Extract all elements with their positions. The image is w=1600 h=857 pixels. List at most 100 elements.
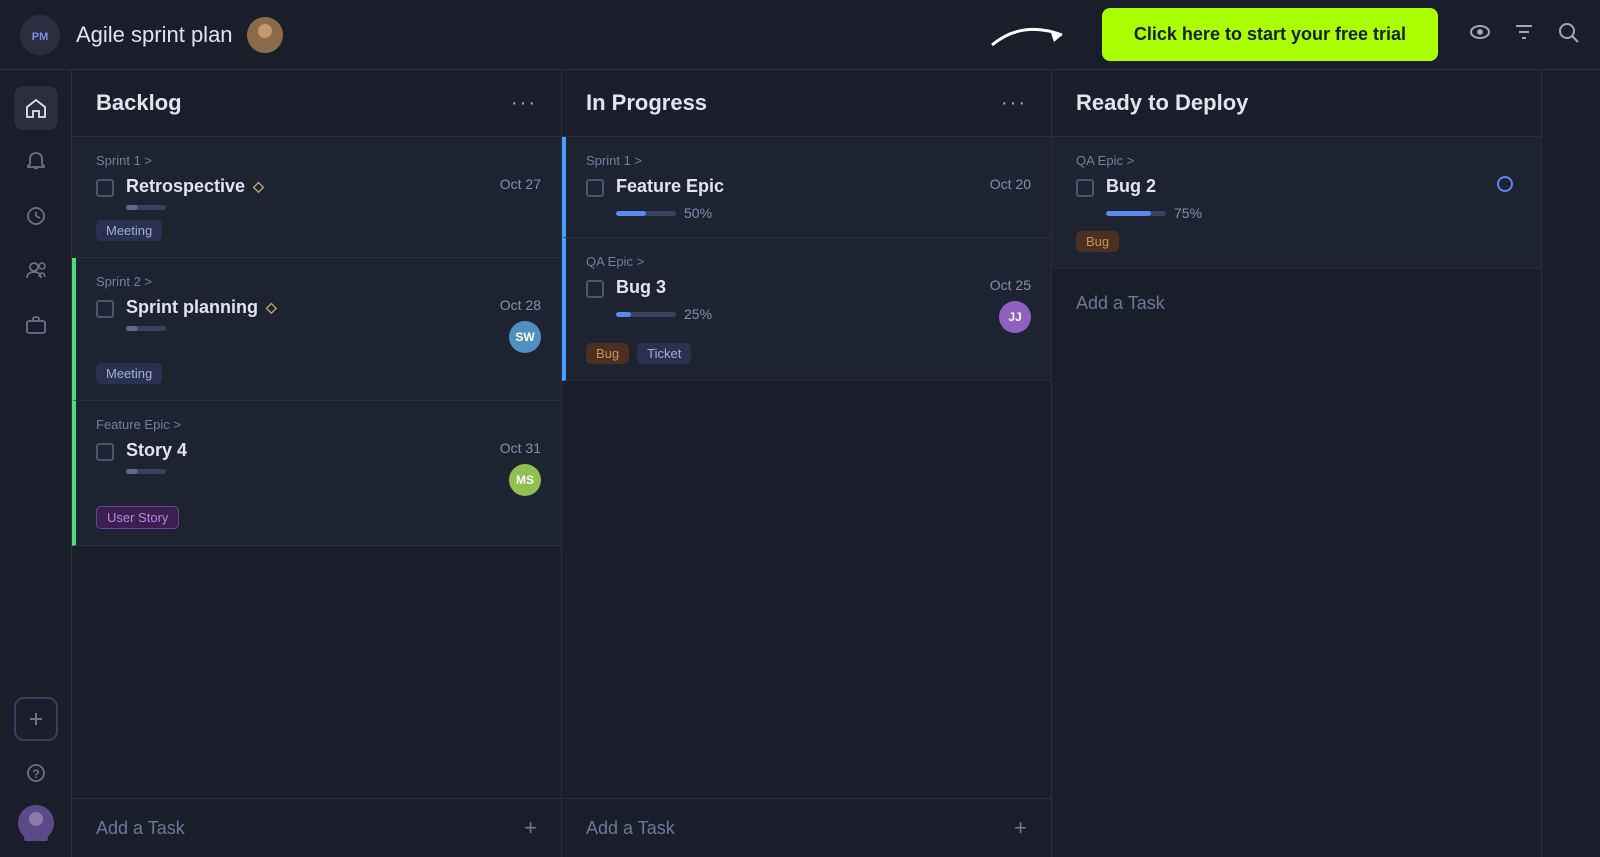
progress-bar-fill xyxy=(1106,211,1151,216)
progress-bar-bg xyxy=(126,326,166,331)
task-row: Retrospective ◇ Oct 27 xyxy=(96,176,541,210)
task-checkbox[interactable] xyxy=(96,443,114,461)
sidebar-item-notifications[interactable] xyxy=(14,140,58,184)
add-task-ready-inline[interactable]: Add a Task xyxy=(1052,269,1541,338)
progress-bar-fill xyxy=(616,312,631,317)
sidebar-item-home[interactable] xyxy=(14,86,58,130)
plus-icon: + xyxy=(524,815,537,841)
column-body-backlog: Sprint 1 > Retrospective ◇ xyxy=(72,137,561,798)
progress-bar-bg xyxy=(616,211,676,216)
task-date: Oct 25 xyxy=(990,277,1031,293)
task-title: Feature Epic xyxy=(616,176,978,197)
svg-text:?: ? xyxy=(32,767,39,781)
trial-button[interactable]: Click here to start your free trial xyxy=(1102,8,1438,61)
mini-progress xyxy=(126,205,488,210)
mini-progress xyxy=(126,326,488,331)
task-avatar-jj: JJ xyxy=(999,301,1031,333)
task-date: Oct 20 xyxy=(990,176,1031,192)
progress-bar-fill xyxy=(126,326,138,331)
column-title-backlog: Backlog xyxy=(96,90,182,116)
column-title-ready: Ready to Deploy xyxy=(1076,90,1248,116)
tag-meeting[interactable]: Meeting xyxy=(96,220,162,241)
add-task-in-progress[interactable]: Add a Task + xyxy=(562,798,1051,857)
task-checkbox[interactable] xyxy=(586,179,604,197)
mini-progress xyxy=(126,469,488,474)
task-checkbox[interactable] xyxy=(96,300,114,318)
task-title: Story 4 xyxy=(126,440,488,461)
task-avatar-ms: MS xyxy=(509,464,541,496)
sidebar-item-help[interactable]: ? xyxy=(14,751,58,795)
progress-bar-fill xyxy=(616,211,646,216)
filter-icon[interactable] xyxy=(1512,20,1536,50)
task-card-bug2: QA Epic > Bug 2 75% xyxy=(1052,137,1541,269)
add-task-backlog[interactable]: Add a Task + xyxy=(72,798,561,857)
topbar: PM Agile sprint plan Click here to start… xyxy=(0,0,1600,70)
tag-meeting[interactable]: Meeting xyxy=(96,363,162,384)
progress-text: 75% xyxy=(1174,205,1202,221)
progress-bar-bg xyxy=(126,205,166,210)
task-progress-row: 50% xyxy=(616,205,978,221)
task-card-bug3: QA Epic > Bug 3 25% xyxy=(562,238,1051,381)
plus-icon: + xyxy=(1014,815,1027,841)
tag-bug[interactable]: Bug xyxy=(1076,231,1119,252)
task-row: Sprint planning ◇ Oct 28 SW xyxy=(96,297,541,353)
tag-bug[interactable]: Bug xyxy=(586,343,629,364)
topbar-icons xyxy=(1468,20,1580,50)
pm-logo[interactable]: PM xyxy=(20,15,60,55)
tag-user-story[interactable]: User Story xyxy=(96,506,179,529)
task-checkbox[interactable] xyxy=(586,280,604,298)
task-tags: Meeting xyxy=(96,363,541,384)
arrow-decoration xyxy=(982,10,1082,60)
task-tags: User Story xyxy=(96,506,541,529)
task-title: Bug 2 xyxy=(1106,176,1485,197)
task-card-story4: Feature Epic > Story 4 xyxy=(72,401,561,546)
task-tags: Meeting xyxy=(96,220,541,241)
progress-text: 50% xyxy=(684,205,712,221)
status-dot xyxy=(1497,176,1513,192)
column-header-in-progress: In Progress ··· xyxy=(562,70,1051,137)
task-info: Feature Epic 50% xyxy=(616,176,978,221)
svg-text:PM: PM xyxy=(32,31,49,43)
task-date: Oct 28 xyxy=(500,297,541,313)
sidebar-item-clock[interactable] xyxy=(14,194,58,238)
page-title: Agile sprint plan xyxy=(76,22,233,48)
eye-icon[interactable] xyxy=(1468,20,1492,50)
task-title: Bug 3 xyxy=(616,277,978,298)
progress-bar-fill xyxy=(126,205,138,210)
sidebar: ? xyxy=(0,70,72,857)
tag-ticket[interactable]: Ticket xyxy=(637,343,691,364)
task-meta: Sprint 2 > xyxy=(96,274,541,289)
sidebar-item-users[interactable] xyxy=(14,248,58,292)
diamond-icon: ◇ xyxy=(266,299,277,316)
task-row: Bug 2 75% xyxy=(1076,176,1521,221)
sidebar-item-add[interactable] xyxy=(14,697,58,741)
task-info: Story 4 xyxy=(126,440,488,474)
task-row: Story 4 Oct 31 MS xyxy=(96,440,541,496)
progress-bar-bg xyxy=(1106,211,1166,216)
task-date: Oct 27 xyxy=(500,176,541,192)
task-meta: Sprint 1 > xyxy=(586,153,1031,168)
search-icon[interactable] xyxy=(1556,20,1580,50)
task-meta: QA Epic > xyxy=(1076,153,1521,168)
task-info: Sprint planning ◇ xyxy=(126,297,488,331)
progress-text: 25% xyxy=(684,306,712,322)
column-title-in-progress: In Progress xyxy=(586,90,707,116)
task-meta: QA Epic > xyxy=(586,254,1031,269)
task-meta: Feature Epic > xyxy=(96,417,541,432)
sidebar-item-briefcase[interactable] xyxy=(14,302,58,346)
task-info: Bug 2 75% xyxy=(1106,176,1485,221)
main-layout: ? Backlog ··· Sprint 1 > xyxy=(0,70,1600,857)
task-checkbox[interactable] xyxy=(96,179,114,197)
column-more-backlog[interactable]: ··· xyxy=(511,92,537,115)
column-more-in-progress[interactable]: ··· xyxy=(1001,92,1027,115)
user-avatar[interactable] xyxy=(247,17,283,53)
task-title: Retrospective ◇ xyxy=(126,176,488,197)
task-row: Feature Epic 50% Oct 20 xyxy=(586,176,1031,221)
sidebar-user-avatar[interactable] xyxy=(18,805,54,841)
task-title: Sprint planning ◇ xyxy=(126,297,488,318)
task-date: Oct 31 xyxy=(500,440,541,456)
progress-bar-bg xyxy=(616,312,676,317)
task-info: Bug 3 25% xyxy=(616,277,978,322)
column-body-ready: QA Epic > Bug 2 75% xyxy=(1052,137,1541,857)
task-checkbox[interactable] xyxy=(1076,179,1094,197)
